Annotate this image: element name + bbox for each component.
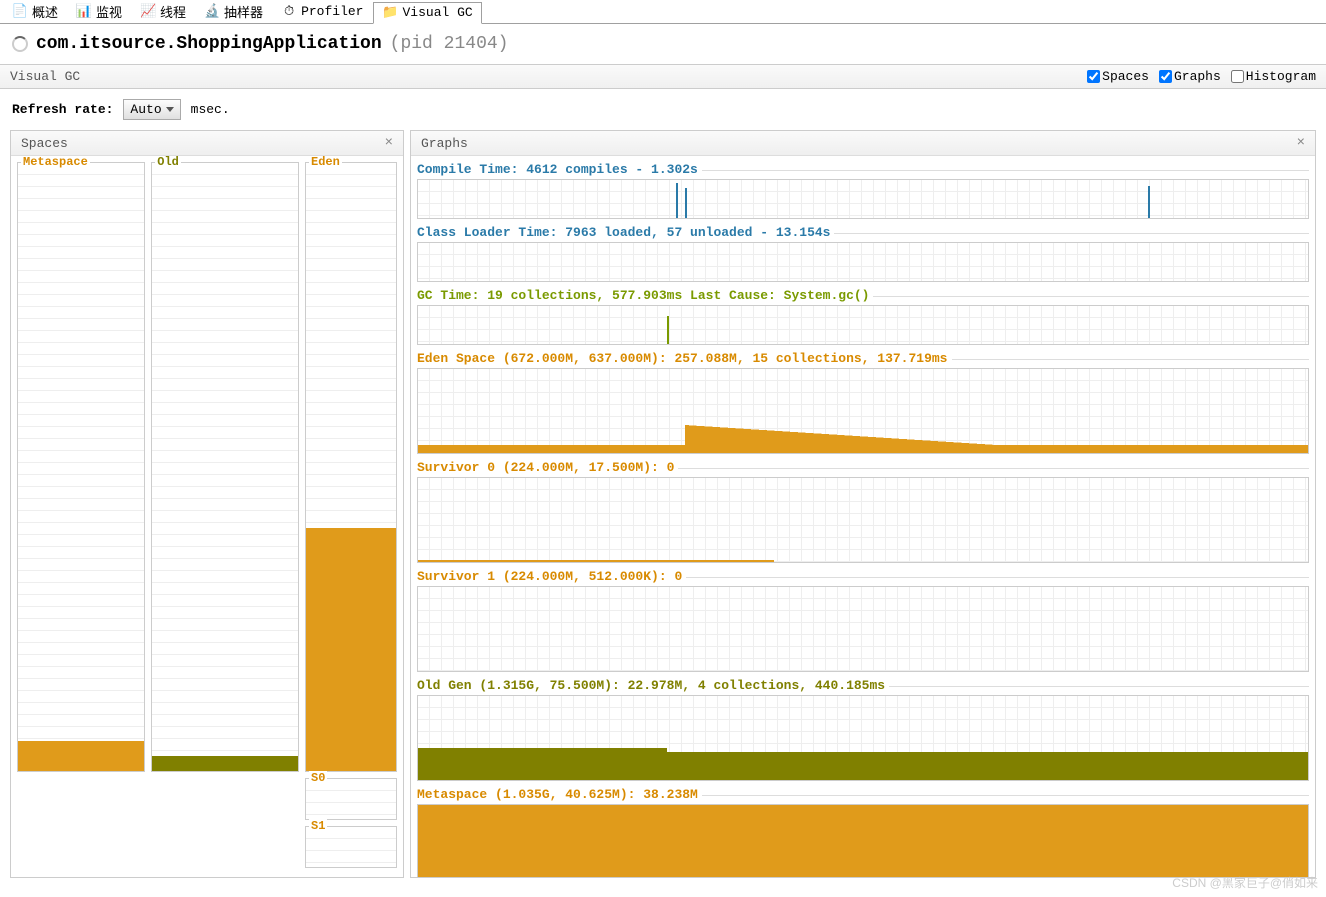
s1-label: S1 bbox=[309, 819, 327, 833]
tab-label: Profiler bbox=[301, 4, 363, 19]
check-spaces[interactable]: Spaces bbox=[1087, 69, 1149, 84]
graph-gc: GC Time: 19 collections, 577.903ms Last … bbox=[417, 288, 1309, 345]
close-icon[interactable]: × bbox=[385, 135, 393, 151]
tab-sampler[interactable]: 🔬抽样器 bbox=[196, 0, 271, 23]
pid-text: (pid 21404) bbox=[390, 34, 509, 54]
s0-label: S0 bbox=[309, 771, 327, 785]
gc-chart bbox=[417, 305, 1309, 345]
space-s1: S1 bbox=[305, 826, 397, 868]
graph-oldgen: Old Gen (1.315G, 75.500M): 22.978M, 4 co… bbox=[417, 678, 1309, 781]
checkbox-spaces[interactable] bbox=[1087, 70, 1100, 83]
sampler-icon: 🔬 bbox=[204, 4, 220, 20]
refresh-select[interactable]: Auto bbox=[123, 99, 180, 120]
classloader-title: Class Loader Time: 7963 loaded, 57 unloa… bbox=[417, 225, 834, 240]
check-histogram[interactable]: Histogram bbox=[1231, 69, 1316, 84]
graph-eden: Eden Space (672.000M, 637.000M): 257.088… bbox=[417, 351, 1309, 454]
panels-container: Spaces × Metaspace Old Eden bbox=[0, 130, 1326, 888]
tab-label: 抽样器 bbox=[224, 2, 263, 21]
graphs-title: Graphs bbox=[421, 136, 468, 151]
tab-label: Visual GC bbox=[402, 5, 472, 20]
overview-icon: 📄 bbox=[12, 4, 28, 20]
graph-surv0: Survivor 0 (224.000M, 17.500M): 0 bbox=[417, 460, 1309, 563]
spaces-panel: Spaces × Metaspace Old Eden bbox=[10, 130, 404, 878]
tab-label: 监视 bbox=[96, 2, 122, 21]
check-graphs[interactable]: Graphs bbox=[1159, 69, 1221, 84]
tab-visualgc[interactable]: 📁 Visual GC bbox=[373, 2, 481, 24]
metaspace-title: Metaspace (1.035G, 40.625M): 38.238M bbox=[417, 787, 702, 802]
metaspace-label: Metaspace bbox=[21, 156, 90, 169]
graphs-header: Graphs × bbox=[411, 131, 1315, 156]
tab-overview[interactable]: 📄概述 bbox=[4, 0, 66, 23]
oldgen-title: Old Gen (1.315G, 75.500M): 22.978M, 4 co… bbox=[417, 678, 889, 693]
graph-compile: Compile Time: 4612 compiles - 1.302s bbox=[417, 162, 1309, 219]
spaces-body: Metaspace Old Eden S0 S1 bbox=[11, 156, 403, 877]
eden-chart bbox=[417, 368, 1309, 454]
eden-stack: Eden bbox=[305, 162, 397, 772]
graph-classloader: Class Loader Time: 7963 loaded, 57 unloa… bbox=[417, 225, 1309, 282]
visualgc-icon: 📁 bbox=[382, 5, 398, 21]
subbar-title: Visual GC bbox=[10, 69, 80, 84]
eden-fill bbox=[306, 528, 396, 771]
tab-label: 线程 bbox=[160, 2, 186, 21]
oldgen-chart bbox=[417, 695, 1309, 781]
spaces-header: Spaces × bbox=[11, 131, 403, 156]
eden-label: Eden bbox=[309, 156, 342, 169]
surv0-title: Survivor 0 (224.000M, 17.500M): 0 bbox=[417, 460, 678, 475]
app-title: com.itsource.ShoppingApplication bbox=[36, 34, 382, 54]
space-metaspace: Metaspace bbox=[17, 162, 145, 772]
main-tabs: 📄概述 📊监视 📈线程 🔬抽样器 ⏱ Profiler 📁 Visual GC bbox=[0, 0, 1326, 24]
old-label: Old bbox=[155, 156, 181, 169]
checkbox-histogram[interactable] bbox=[1231, 70, 1244, 83]
graphs-panel: Graphs × Compile Time: 4612 compiles - 1… bbox=[410, 130, 1316, 878]
surv1-chart bbox=[417, 586, 1309, 672]
refresh-value: Auto bbox=[130, 102, 161, 117]
classloader-chart bbox=[417, 242, 1309, 282]
space-eden: Eden bbox=[305, 162, 397, 772]
refresh-label: Refresh rate: bbox=[12, 102, 113, 117]
view-checks: Spaces Graphs Histogram bbox=[1087, 69, 1316, 84]
space-old: Old bbox=[151, 162, 299, 772]
monitor-icon: 📊 bbox=[76, 4, 92, 20]
tab-profiler[interactable]: ⏱ Profiler bbox=[273, 2, 371, 22]
space-s0: S0 bbox=[305, 778, 397, 820]
graphs-body: Compile Time: 4612 compiles - 1.302s Cla… bbox=[411, 156, 1315, 877]
tab-monitor[interactable]: 📊监视 bbox=[68, 0, 130, 23]
tab-threads[interactable]: 📈线程 bbox=[132, 0, 194, 23]
compile-chart bbox=[417, 179, 1309, 219]
metaspace-fill bbox=[18, 741, 144, 771]
metaspace-chart bbox=[417, 804, 1309, 877]
old-fill bbox=[152, 756, 298, 771]
graph-metaspace: Metaspace (1.035G, 40.625M): 38.238M bbox=[417, 787, 1309, 877]
surv0-chart bbox=[417, 477, 1309, 563]
watermark: CSDN @黑家巨子@俏如来 bbox=[1172, 874, 1318, 891]
sub-toolbar: Visual GC Spaces Graphs Histogram bbox=[0, 64, 1326, 89]
refresh-unit: msec. bbox=[191, 102, 230, 117]
spaces-title: Spaces bbox=[21, 136, 68, 151]
gc-title: GC Time: 19 collections, 577.903ms Last … bbox=[417, 288, 873, 303]
surv1-title: Survivor 1 (224.000M, 512.000K): 0 bbox=[417, 569, 686, 584]
chevron-down-icon bbox=[166, 107, 174, 112]
threads-icon: 📈 bbox=[140, 4, 156, 20]
checkbox-graphs[interactable] bbox=[1159, 70, 1172, 83]
graph-surv1: Survivor 1 (224.000M, 512.000K): 0 bbox=[417, 569, 1309, 672]
profiler-icon: ⏱ bbox=[281, 4, 297, 20]
eden-title: Eden Space (672.000M, 637.000M): 257.088… bbox=[417, 351, 952, 366]
title-bar: com.itsource.ShoppingApplication (pid 21… bbox=[0, 24, 1326, 64]
refresh-row: Refresh rate: Auto msec. bbox=[0, 89, 1326, 130]
tab-label: 概述 bbox=[32, 2, 58, 21]
compile-title: Compile Time: 4612 compiles - 1.302s bbox=[417, 162, 702, 177]
spinner-icon bbox=[12, 36, 28, 52]
s-boxes: S0 S1 bbox=[305, 778, 397, 868]
close-icon[interactable]: × bbox=[1297, 135, 1305, 151]
